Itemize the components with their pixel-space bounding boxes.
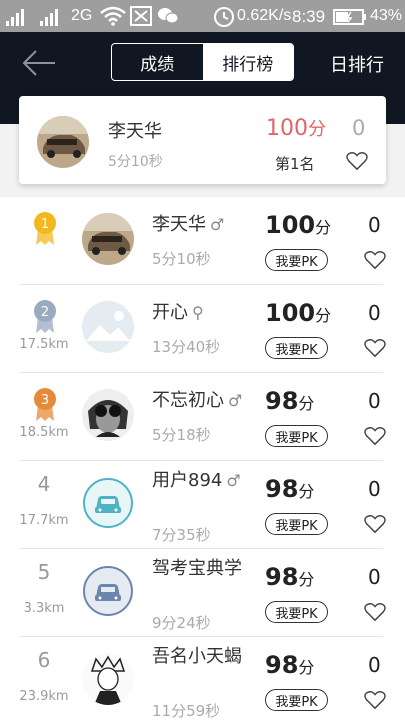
network-type: 2G [71,7,93,24]
gender-icon: ⚲ [192,303,204,322]
like-count: 0 [368,389,381,413]
score: 100分 [265,299,332,327]
avatar[interactable] [82,389,134,441]
my-like-count: 0 [352,116,366,140]
score: 100分 [265,211,332,239]
like-count: 0 [368,653,381,677]
user-name: 驾考宝典学 [152,558,242,579]
elapsed-time: 9分24秒 [152,614,211,632]
user-name: 吾名小天蝎 [152,646,242,667]
gold-medal-icon: 1 [34,212,56,245]
silver-medal-icon: 2 [34,300,56,333]
heart-icon[interactable] [364,602,386,622]
segmented-control: 成绩 排行榜 [111,43,294,81]
battery-icon [333,9,366,25]
clock: 8:39 [292,7,326,26]
gender-icon: ♂ [226,471,241,490]
like-count: 0 [368,213,381,237]
my-score: 100分 [266,116,326,141]
heart-icon[interactable] [364,514,386,534]
signal-icon-2 [40,9,66,26]
back-arrow-icon[interactable] [22,48,56,78]
like-count: 0 [368,565,381,589]
my-time: 5分10秒 [108,154,163,170]
distance: 17.7km [19,513,69,528]
avatar[interactable] [82,565,134,617]
user-name: 李天华 ♂ [152,214,225,235]
elapsed-time: 7分35秒 [152,526,211,544]
heart-icon[interactable] [364,250,386,270]
pk-button[interactable]: 我要PK [265,689,328,711]
avatar[interactable] [82,301,134,353]
rank-number: 5 [37,560,51,584]
daily-ranking-button[interactable]: 日排行 [330,51,384,77]
medal-rank-number: 3 [41,393,49,408]
ranking-row[interactable]: 4 17.7km 用户894 ♂ 7分35秒 98分 我要PK 0 [0,461,405,549]
bronze-medal-icon: 3 [34,388,56,421]
score: 98分 [265,475,315,503]
elapsed-time: 11分59秒 [152,702,221,720]
ranking-row[interactable]: 1 李天华 ♂ 5分10秒 100分 我要PK 0 [0,197,405,285]
ranking-row[interactable]: 5 3.3km 驾考宝典学 9分24秒 98分 我要PK 0 [0,549,405,637]
my-rank-label: 第1名 [275,155,315,173]
elapsed-time: 5分10秒 [152,250,211,268]
distance: 23.9km [19,689,69,704]
ranking-row[interactable]: 3 18.5km 不忘初心 ♂ 5分18秒 98分 我要PK 0 [0,373,405,461]
alarm-icon [214,7,234,27]
elapsed-time: 13分40秒 [152,338,221,356]
avatar[interactable] [82,213,134,265]
heart-icon[interactable] [364,690,386,710]
elapsed-time: 5分18秒 [152,426,211,444]
heart-icon[interactable] [346,151,368,171]
gender-icon: ♂ [228,391,243,410]
medal-rank-number: 1 [41,217,49,232]
nav-bar: 成绩 排行榜 日排行 [0,32,405,94]
like-count: 0 [368,301,381,325]
network-speed: 0.62K/s [237,7,292,24]
my-name: 李天华 [108,121,162,142]
wifi-icon [100,6,126,26]
heart-icon[interactable] [364,338,386,358]
user-name: 不忘初心 ♂ [152,390,243,411]
user-name: 用户894 ♂ [152,470,241,491]
rank-number: 4 [37,472,51,496]
score: 98分 [265,651,315,679]
tab-results[interactable]: 成绩 [112,44,203,80]
distance: 3.3km [23,601,65,616]
heart-icon[interactable] [364,426,386,446]
ranking-row[interactable]: 6 23.9km 吾名小天蝎 11分59秒 98分 我要PK 0 [0,637,405,720]
rank-number: 6 [37,648,51,672]
avatar[interactable] [82,477,134,529]
car-photo-icon [37,116,89,168]
pk-button[interactable]: 我要PK [265,337,328,359]
ranking-list: 1 李天华 ♂ 5分10秒 100分 我要PK 0 2 17.5km 开心 ⚲ 13… [0,197,405,720]
my-rank-card: 李天华 5分10秒 100分 0 第1名 [19,96,386,184]
distance: 17.5km [19,337,69,352]
medal-rank-number: 2 [41,305,49,320]
like-count: 0 [368,477,381,501]
tab-leaderboard[interactable]: 排行榜 [202,44,293,80]
pk-button[interactable]: 我要PK [265,249,328,271]
ranking-row[interactable]: 2 17.5km 开心 ⚲ 13分40秒 100分 我要PK 0 [0,285,405,373]
pk-button[interactable]: 我要PK [265,601,328,623]
distance: 18.5km [19,425,69,440]
avatar[interactable] [82,653,134,705]
score: 98分 [265,563,315,591]
gender-icon: ♂ [210,215,225,234]
wechat-icon [158,8,179,24]
scissors-icon [130,6,152,26]
pk-button[interactable]: 我要PK [265,513,328,535]
score: 98分 [265,387,315,415]
signal-icon [6,9,32,26]
battery-level: 43% [370,7,403,24]
pk-button[interactable]: 我要PK [265,425,328,447]
user-name: 开心 ⚲ [152,302,204,323]
avatar [37,116,89,168]
status-bar: 2G 0.62K/s 8:39 43% [0,0,405,32]
